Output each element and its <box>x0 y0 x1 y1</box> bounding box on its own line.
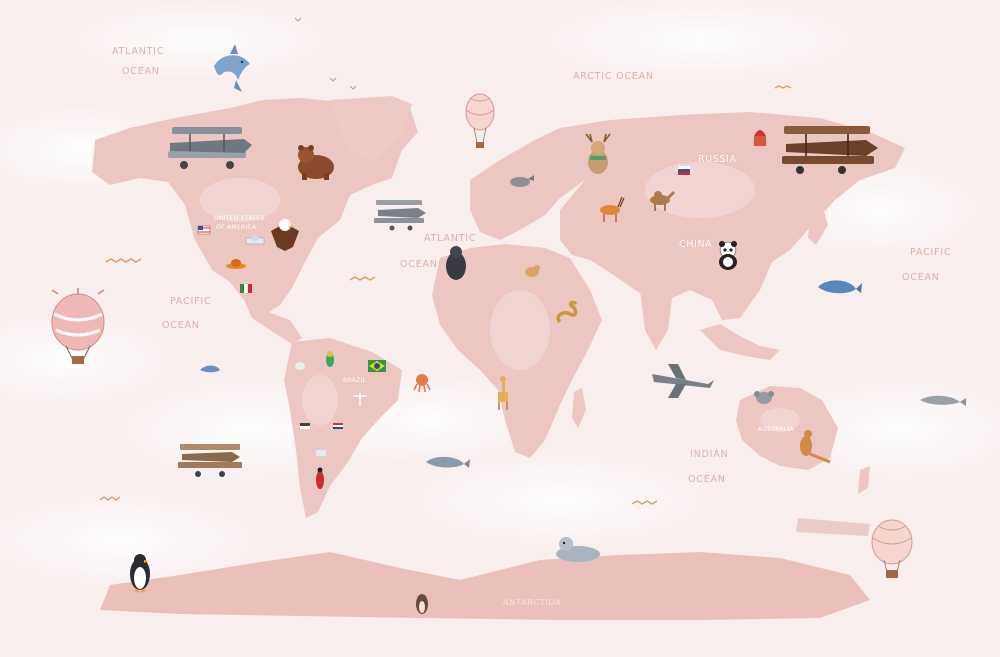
country-label-australia: AUSTRALIA <box>758 426 794 433</box>
brazil-flag-icon <box>368 360 386 372</box>
world-map: ATLANTIC OCEAN ARCTIC OCEAN ATLANTIC OCE… <box>0 0 1000 657</box>
ocean-label: ARCTIC OCEAN <box>573 71 654 82</box>
ocean-label: PACIFIC <box>170 296 212 307</box>
russia-flag-icon <box>678 166 690 175</box>
hot-air-balloon-icon <box>871 519 913 578</box>
parrot-icon <box>326 351 334 367</box>
country-label-china: CHINA <box>679 239 713 250</box>
bird-icon <box>295 362 305 370</box>
ocean-label: OCEAN <box>400 259 438 270</box>
banner-icon <box>796 518 870 536</box>
indonesia <box>700 324 780 360</box>
airplane-icon <box>652 364 714 398</box>
ocean-label: OCEAN <box>902 272 940 283</box>
continent-label-antarctica: ANTARCTIDA <box>503 598 562 607</box>
india <box>640 290 672 350</box>
dolphin-icon <box>200 365 220 373</box>
biplane-icon <box>374 200 426 231</box>
ocean-label: PACIFIC <box>910 247 952 258</box>
country-label-usa: UNITED STATES <box>214 215 265 222</box>
uruguay-flag-icon <box>316 450 326 456</box>
ocean-label: OCEAN <box>688 474 726 485</box>
madagascar <box>572 388 586 428</box>
ocean-label: ATLANTIC <box>112 46 165 57</box>
ocean-label: ATLANTIC <box>424 233 477 244</box>
mexico-flag-icon <box>240 284 252 293</box>
country-label-usa: OF AMERICA <box>216 224 257 231</box>
map-canvas <box>0 0 1000 620</box>
bird-icon <box>416 594 428 614</box>
us-flag-icon <box>197 225 211 235</box>
country-label-brazil: BRAZIL <box>343 377 367 384</box>
whale-icon <box>818 280 862 294</box>
country-label-russia: RUSSIA <box>698 154 737 165</box>
ocean-label: OCEAN <box>162 320 200 331</box>
hot-air-balloon-icon <box>465 93 495 148</box>
paraguay-flag-icon <box>333 423 343 429</box>
ocean-label: OCEAN <box>122 66 160 77</box>
ocean-label: INDIAN <box>690 449 729 460</box>
argentina-flag-icon <box>300 423 310 429</box>
